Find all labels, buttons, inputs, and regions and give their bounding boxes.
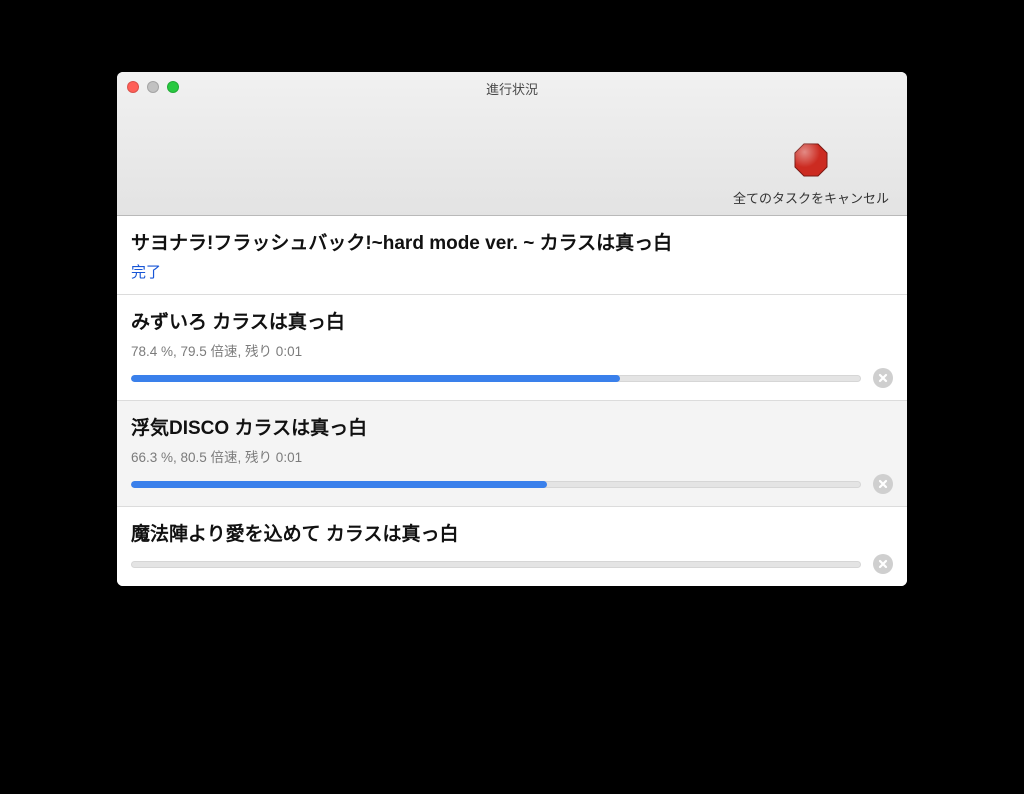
task-title: 浮気DISCO カラスは真っ白 xyxy=(131,413,893,440)
window-title: 進行状況 xyxy=(117,79,907,98)
close-icon xyxy=(878,373,888,383)
progress-bar xyxy=(131,481,861,488)
task-title: みずいろ カラスは真っ白 xyxy=(131,307,893,334)
close-icon xyxy=(878,479,888,489)
task-status: 66.3 %, 80.5 倍速, 残り 0:01 xyxy=(131,446,893,466)
task-list: サヨナラ!フラッシュバック!~hard mode ver. ~ カラスは真っ白 … xyxy=(117,216,907,586)
progress-bar xyxy=(131,375,861,382)
progress-fill xyxy=(131,481,547,488)
close-icon xyxy=(878,559,888,569)
task-done-label: 完了 xyxy=(131,261,893,282)
cancel-all-label: 全てのタスクをキャンセル xyxy=(733,188,889,207)
cancel-task-button[interactable] xyxy=(873,554,893,574)
task-row: 浮気DISCO カラスは真っ白 66.3 %, 80.5 倍速, 残り 0:01 xyxy=(117,401,907,507)
progress-fill xyxy=(131,375,620,382)
cancel-task-button[interactable] xyxy=(873,474,893,494)
progress-bar xyxy=(131,561,861,568)
task-row: 魔法陣より愛を込めて カラスは真っ白 xyxy=(117,507,907,586)
cancel-all-tasks-button[interactable]: 全てのタスクをキャンセル xyxy=(733,142,889,207)
task-title: 魔法陣より愛を込めて カラスは真っ白 xyxy=(131,519,893,546)
titlebar: 進行状況 全てのタスクをキャンセル xyxy=(117,72,907,216)
task-title: サヨナラ!フラッシュバック!~hard mode ver. ~ カラスは真っ白 xyxy=(131,228,893,255)
task-status: 78.4 %, 79.5 倍速, 残り 0:01 xyxy=(131,340,893,360)
task-row: サヨナラ!フラッシュバック!~hard mode ver. ~ カラスは真っ白 … xyxy=(117,216,907,295)
progress-window: 進行状況 全てのタスクをキャンセル サヨナラ!フラッシュ xyxy=(117,72,907,586)
cancel-task-button[interactable] xyxy=(873,368,893,388)
stop-icon xyxy=(793,142,829,178)
task-row: みずいろ カラスは真っ白 78.4 %, 79.5 倍速, 残り 0:01 xyxy=(117,295,907,401)
